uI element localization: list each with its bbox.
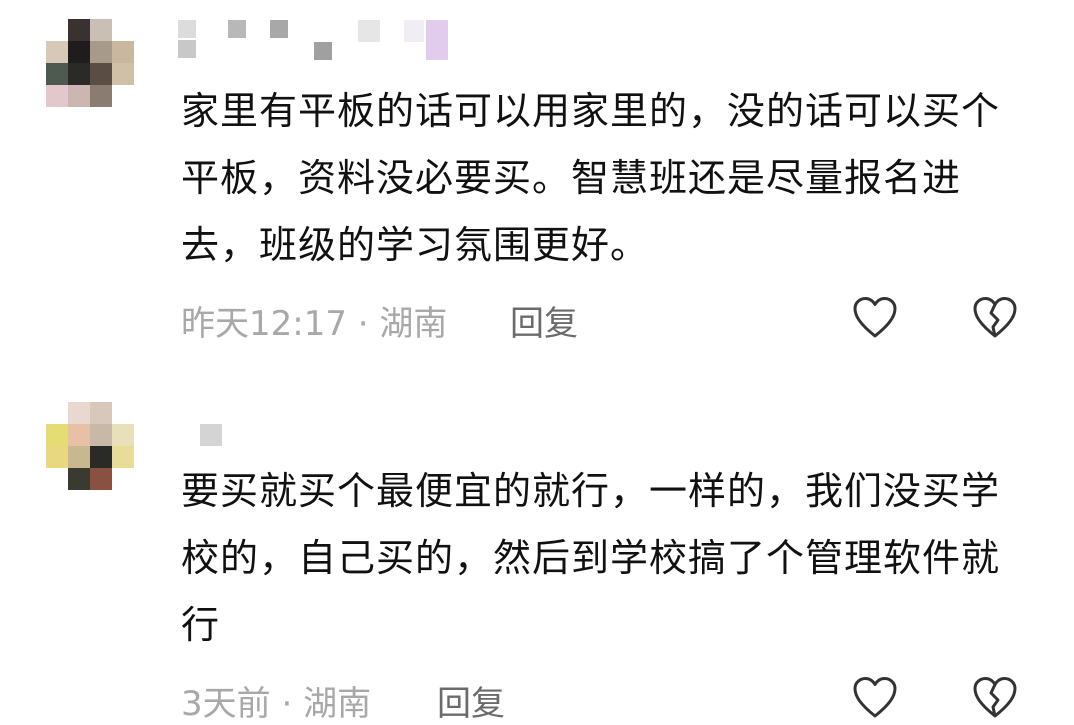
avatar-pixel	[46, 424, 68, 446]
avatar-pixel	[112, 468, 134, 490]
avatar-pixel	[68, 402, 90, 424]
avatar-pixel	[112, 446, 134, 468]
avatar-pixel	[112, 424, 134, 446]
avatar-pixel	[90, 41, 112, 63]
avatar-pixel	[90, 85, 112, 107]
comment-location: 湖南	[303, 684, 372, 724]
avatar-pixel	[46, 41, 68, 63]
avatar[interactable]	[46, 19, 134, 107]
comment-meta: 3天前 · 湖南	[181, 676, 371, 725]
reply-button[interactable]: 回复	[510, 296, 578, 345]
meta-separator: ·	[346, 304, 380, 344]
avatar-pixel	[46, 19, 68, 41]
avatar-pixel	[90, 424, 112, 446]
comment-item: 要买就买个最便宜的就行，一样的，我们没买学校的，自己买的，然后到学校搞了个管理软…	[0, 370, 1074, 724]
heart-outline-icon[interactable]	[852, 676, 898, 720]
avatar-pixel	[68, 446, 90, 468]
username-blurred[interactable]	[178, 14, 448, 64]
avatar-pixel	[68, 85, 90, 107]
avatar-pixel	[112, 63, 134, 85]
broken-heart-outline-icon[interactable]	[972, 676, 1018, 720]
avatar-pixel	[112, 402, 134, 424]
comment-location: 湖南	[379, 304, 448, 344]
avatar-pixel	[68, 424, 90, 446]
avatar-pixel	[68, 63, 90, 85]
avatar-pixel	[46, 85, 68, 107]
avatar-pixel	[112, 19, 134, 41]
avatar-pixel	[90, 446, 112, 468]
avatar[interactable]	[46, 402, 134, 490]
broken-heart-outline-icon[interactable]	[972, 296, 1018, 340]
avatar-pixel	[90, 63, 112, 85]
reply-button[interactable]: 回复	[437, 676, 505, 725]
comment-meta: 昨天12:17 · 湖南	[181, 296, 447, 345]
meta-separator: ·	[270, 684, 304, 724]
comment-time: 3天前	[181, 684, 271, 724]
avatar-pixel	[90, 19, 112, 41]
heart-outline-icon[interactable]	[852, 296, 898, 340]
comment-text: 家里有平板的话可以用家里的，没的话可以买个平板，资料没必要买。智慧班还是尽量报名…	[181, 89, 1001, 267]
avatar-pixel	[112, 41, 134, 63]
avatar-pixel	[46, 63, 68, 85]
avatar-pixel	[46, 468, 68, 490]
avatar-pixel	[68, 19, 90, 41]
avatar-pixel	[90, 402, 112, 424]
avatar-pixel	[68, 468, 90, 490]
comment-text: 要买就买个最便宜的就行，一样的，我们没买学校的，自己买的，然后到学校搞了个管理软…	[181, 469, 1001, 647]
avatar-pixel	[68, 41, 90, 63]
avatar-pixel	[90, 468, 112, 490]
avatar-pixel	[46, 446, 68, 468]
avatar-pixel	[46, 402, 68, 424]
avatar-pixel	[112, 85, 134, 107]
comment-item: 家里有平板的话可以用家里的，没的话可以买个平板，资料没必要买。智慧班还是尽量报名…	[0, 0, 1074, 360]
comment-time: 昨天12:17	[181, 304, 347, 344]
